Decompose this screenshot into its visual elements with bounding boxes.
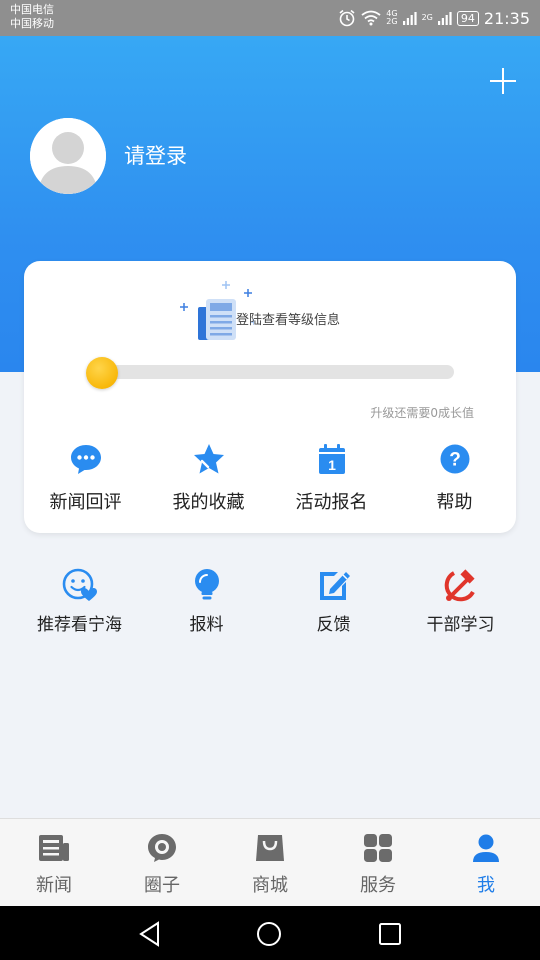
nav-item-circles[interactable]: 圈子: [108, 819, 216, 906]
network-type-1: 4G 2G: [386, 9, 398, 26]
carrier-1: 中国电信: [10, 3, 54, 16]
calendar-icon: 1: [318, 444, 345, 474]
action-label: 活动报名: [295, 492, 368, 513]
login-link[interactable]: 请登录: [124, 140, 187, 170]
svg-text:1: 1: [328, 457, 336, 473]
progress-knob: [86, 357, 118, 389]
circle-icon: [148, 834, 176, 862]
action-help[interactable]: ? 帮助: [393, 443, 516, 514]
tool-label: 反馈: [316, 615, 351, 635]
signal-icon-2: [437, 12, 452, 25]
battery-indicator: 94: [456, 10, 479, 26]
level-card: 登陆查看等级信息 升级还需要0成长值 新闻回评 我的收藏 1 活动报名 ? 帮助: [24, 261, 516, 533]
default-avatar-icon: [30, 118, 106, 194]
clock: 21:35: [483, 8, 530, 28]
svg-text:?: ?: [449, 450, 461, 471]
bottom-nav: 新闻 圈子 商城 服务 我: [0, 818, 540, 906]
action-label: 帮助: [436, 492, 473, 513]
news-icon: [39, 835, 69, 861]
signal-icon-1: [402, 12, 417, 25]
shopping-bag-icon: [256, 835, 284, 861]
add-button[interactable]: [488, 66, 518, 96]
nav-label: 圈子: [144, 875, 180, 896]
action-label: 新闻回评: [49, 492, 122, 513]
carrier-2: 中国移动: [10, 17, 54, 30]
help-icon: ?: [440, 444, 469, 474]
tool-cadre-study[interactable]: 干部学习: [397, 568, 524, 635]
smile-heart-icon: [62, 568, 97, 601]
status-icons: 4G 2G 2G 94 21:35: [338, 6, 530, 30]
edit-icon: [319, 572, 350, 600]
tools-row: 推荐看宁海 报料 反馈 干部学习: [16, 568, 524, 635]
action-news-comments[interactable]: 新闻回评: [24, 443, 147, 514]
nav-label: 我: [477, 875, 495, 896]
action-event-signup[interactable]: 1 活动报名: [270, 443, 393, 514]
status-bar: 中国电信 中国移动 4G 2G 2G 94 21:35: [0, 0, 540, 36]
nav-item-me[interactable]: 我: [432, 819, 540, 906]
tool-label: 报料: [189, 615, 224, 635]
person-icon: [473, 834, 499, 862]
nav-label: 新闻: [36, 875, 72, 896]
tool-label: 干部学习: [426, 615, 495, 635]
network-type-2: 2G: [421, 13, 433, 22]
avatar[interactable]: [30, 118, 106, 194]
action-my-favorites[interactable]: 我的收藏: [147, 443, 270, 514]
upgrade-hint: 升级还需要0成长值: [370, 406, 474, 420]
carrier-info: 中国电信 中国移动: [10, 3, 54, 31]
nav-label: 服务: [360, 875, 396, 896]
system-nav-bar: [0, 906, 540, 960]
home-icon[interactable]: [256, 921, 282, 947]
chat-bubble-icon: [70, 445, 101, 474]
wifi-icon: [361, 10, 381, 26]
card-actions: 新闻回评 我的收藏 1 活动报名 ? 帮助: [24, 443, 516, 514]
back-icon[interactable]: [137, 921, 163, 947]
star-icon: [193, 444, 224, 474]
level-info-text: 登陆查看等级信息: [236, 313, 341, 328]
nav-item-services[interactable]: 服务: [324, 819, 432, 906]
growth-progress-bar: [88, 365, 454, 379]
nav-item-news[interactable]: 新闻: [0, 819, 108, 906]
action-label: 我的收藏: [172, 492, 245, 513]
tool-label: 推荐看宁海: [37, 615, 122, 635]
alarm-icon: [339, 9, 355, 27]
recent-apps-icon[interactable]: [377, 921, 403, 947]
tool-report-tip[interactable]: 报料: [143, 568, 270, 635]
lightbulb-icon: [194, 569, 219, 600]
grid-icon: [364, 834, 392, 862]
nav-item-mall[interactable]: 商城: [216, 819, 324, 906]
nav-label: 商城: [252, 875, 288, 896]
tool-feedback[interactable]: 反馈: [270, 568, 397, 635]
hammer-sickle-icon: [444, 569, 475, 602]
tool-recommend-ninghai[interactable]: 推荐看宁海: [16, 568, 143, 635]
